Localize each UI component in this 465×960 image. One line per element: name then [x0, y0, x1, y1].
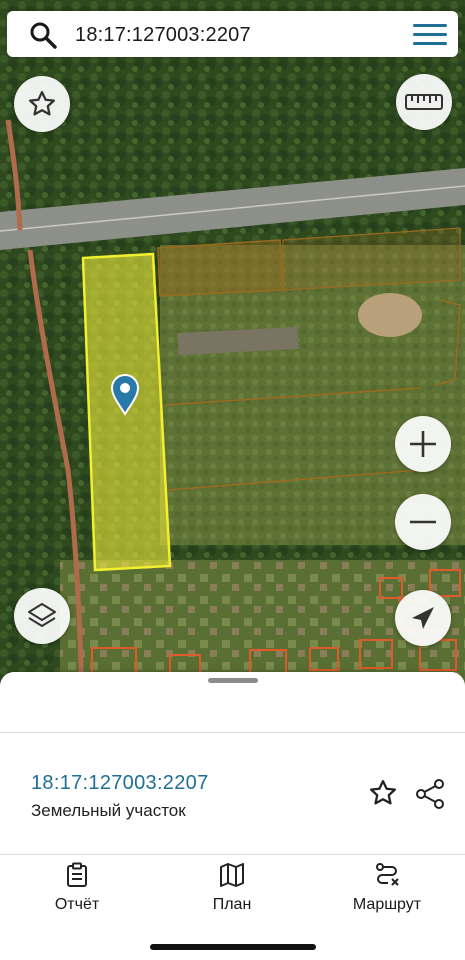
- zoom-out-button[interactable]: [395, 494, 451, 550]
- map-icon: [220, 863, 244, 887]
- nav-report[interactable]: Отчёт: [17, 862, 137, 914]
- clipboard-icon: [67, 862, 87, 887]
- layers-icon: [28, 603, 56, 627]
- ruler-icon: [405, 94, 443, 110]
- parcel-type-label: Земельный участок: [31, 801, 186, 820]
- nav-route[interactable]: Маршрут: [327, 862, 447, 914]
- parcel-cadastral-number[interactable]: 18:17:127003:2207: [31, 772, 209, 795]
- nav-route-label: Маршрут: [352, 896, 422, 913]
- parcel-bottom-sheet[interactable]: 18:17:127003:2207 Земельный участок Отчё…: [0, 672, 465, 960]
- clearing: [358, 293, 422, 337]
- favorites-button[interactable]: [14, 76, 70, 132]
- add-favorite-star-icon[interactable]: [368, 778, 398, 808]
- neighbor-parcel[interactable]: [157, 239, 284, 297]
- nav-plan[interactable]: План: [172, 862, 292, 914]
- search-bar[interactable]: 18:17:127003:2207: [7, 11, 458, 57]
- hamburger-menu-icon[interactable]: [413, 24, 447, 46]
- home-indicator: [150, 944, 316, 950]
- layers-button[interactable]: [14, 588, 70, 644]
- plus-icon: [410, 431, 436, 457]
- star-outline-icon: [29, 91, 55, 116]
- divider: [0, 732, 465, 733]
- bottom-nav: Отчёт План Маршрут: [0, 862, 465, 922]
- navigation-arrow-icon: [412, 607, 434, 629]
- share-icon[interactable]: [414, 778, 446, 810]
- ruler-button[interactable]: [396, 74, 452, 130]
- search-icon[interactable]: [29, 21, 57, 49]
- search-query[interactable]: 18:17:127003:2207: [75, 24, 251, 47]
- nav-report-label: Отчёт: [54, 896, 100, 913]
- zoom-in-button[interactable]: [395, 416, 451, 472]
- sheet-grabber[interactable]: [208, 678, 258, 683]
- divider: [0, 854, 465, 855]
- nav-plan-label: План: [212, 896, 252, 913]
- minus-icon: [410, 520, 436, 524]
- route-icon: [376, 863, 399, 886]
- my-location-button[interactable]: [395, 590, 451, 646]
